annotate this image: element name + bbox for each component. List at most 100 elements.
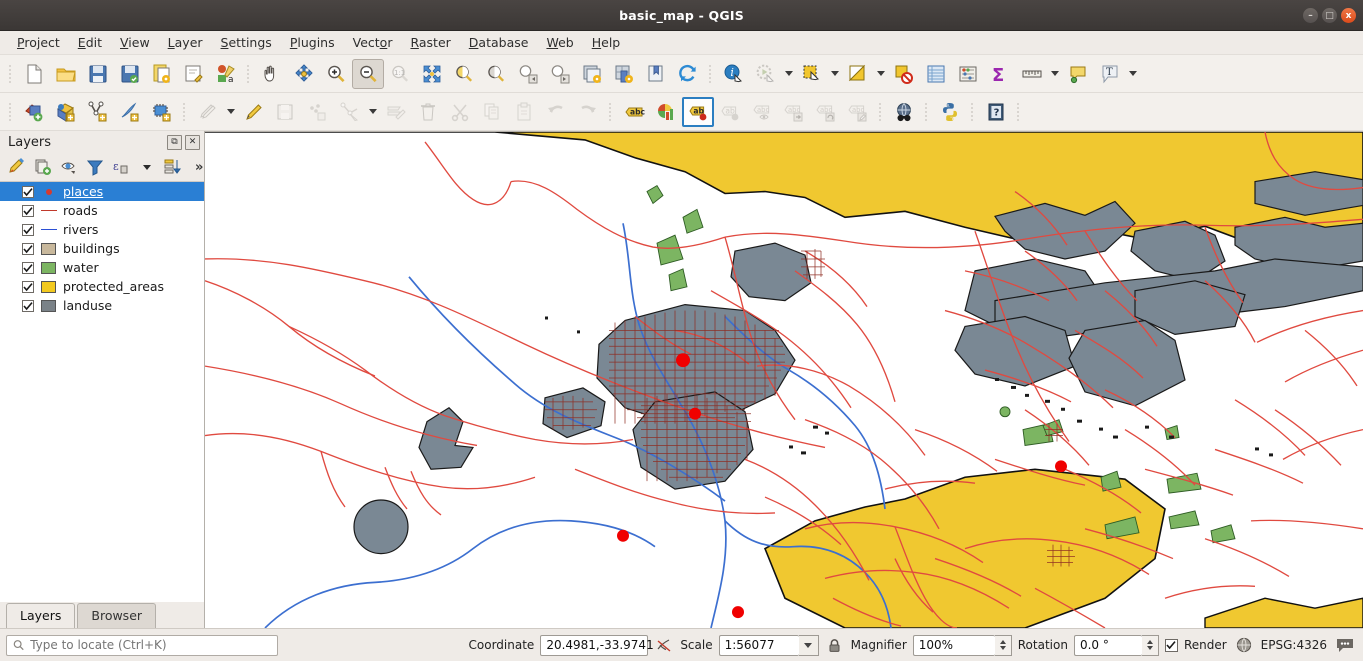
- scale-dropdown-arrow[interactable]: [799, 635, 819, 656]
- menu-layer[interactable]: Layer: [159, 32, 212, 53]
- toggle-editing-icon[interactable]: [238, 97, 270, 127]
- layer-row-rivers[interactable]: rivers: [0, 220, 204, 239]
- move-label-icon[interactable]: abc: [778, 97, 810, 127]
- map-tips-icon[interactable]: [1062, 59, 1094, 89]
- layer-labeling-icon[interactable]: abc: [618, 97, 650, 127]
- show-hide-labels-icon[interactable]: abc: [746, 97, 778, 127]
- new-print-layout-icon[interactable]: [146, 59, 178, 89]
- new-project-icon[interactable]: [18, 59, 50, 89]
- minimize-button[interactable]: –: [1303, 8, 1318, 23]
- layer-visibility-checkbox[interactable]: [22, 224, 34, 236]
- menu-project[interactable]: Project: [8, 32, 69, 53]
- search-input[interactable]: [30, 638, 271, 652]
- current-edits-icon[interactable]: [192, 97, 224, 127]
- save-project-icon[interactable]: [82, 59, 114, 89]
- float-panel-button[interactable]: ⧉: [167, 135, 182, 150]
- pan-map-icon[interactable]: [256, 59, 288, 89]
- lock-scale-icon[interactable]: [825, 638, 845, 653]
- statistical-summary-icon[interactable]: Σ: [984, 59, 1016, 89]
- measure-line-icon[interactable]: [1016, 59, 1048, 89]
- coordinate-field[interactable]: 20.4981,-33.9741: [540, 635, 648, 656]
- tab-layers[interactable]: Layers: [6, 603, 75, 628]
- show-bookmarks-icon[interactable]: [640, 59, 672, 89]
- map-canvas[interactable]: [205, 131, 1363, 628]
- zoom-full-icon[interactable]: [416, 59, 448, 89]
- zoom-next-icon[interactable]: [544, 59, 576, 89]
- text-annotation-icon[interactable]: T: [1094, 59, 1126, 89]
- menu-edit[interactable]: Edit: [69, 32, 111, 53]
- magnifier-spin-buttons[interactable]: [995, 635, 1012, 656]
- select-by-expression-icon[interactable]: [842, 59, 874, 89]
- rotation-stepper[interactable]: 0.0 °: [1074, 635, 1159, 656]
- layer-row-protected-areas[interactable]: protected_areas: [0, 277, 204, 296]
- layer-row-places[interactable]: places: [0, 182, 204, 201]
- change-label-icon[interactable]: abc: [842, 97, 874, 127]
- vertex-tool-caret[interactable]: [366, 97, 380, 127]
- paste-features-icon[interactable]: [508, 97, 540, 127]
- open-project-icon[interactable]: [50, 59, 82, 89]
- zoom-out-icon[interactable]: [352, 59, 384, 89]
- annotation-dropdown-caret[interactable]: [1126, 59, 1140, 89]
- menu-view[interactable]: View: [111, 32, 159, 53]
- new-3d-map-view-icon[interactable]: [608, 59, 640, 89]
- save-layer-edits-icon[interactable]: [270, 97, 302, 127]
- expand-all-icon[interactable]: [161, 155, 185, 179]
- measure-dropdown-caret[interactable]: [1048, 59, 1062, 89]
- data-source-manager-icon[interactable]: [18, 97, 50, 127]
- messages-icon[interactable]: [1333, 637, 1357, 653]
- filter-expression-caret-icon[interactable]: [135, 155, 159, 179]
- toggle-extents-icon[interactable]: [654, 637, 674, 654]
- add-mesh-layer-icon[interactable]: [114, 97, 146, 127]
- menu-help[interactable]: Help: [583, 32, 630, 53]
- zoom-native-icon[interactable]: 1:1: [384, 59, 416, 89]
- render-checkbox[interactable]: [1165, 639, 1178, 652]
- identify-features-icon[interactable]: i: [718, 59, 750, 89]
- filter-legend-icon[interactable]: [83, 155, 107, 179]
- zoom-last-icon[interactable]: [512, 59, 544, 89]
- crs-globe-icon[interactable]: [1233, 637, 1255, 653]
- rotation-spin-buttons[interactable]: [1142, 635, 1159, 656]
- vertex-tool-icon[interactable]: [334, 97, 366, 127]
- magnifier-stepper[interactable]: 100%: [913, 635, 1012, 656]
- menu-web[interactable]: Web: [537, 32, 582, 53]
- filter-legend-expression-icon[interactable]: ε: [109, 155, 133, 179]
- delete-selected-icon[interactable]: [412, 97, 444, 127]
- pan-to-selection-icon[interactable]: [288, 59, 320, 89]
- maximize-button[interactable]: □: [1322, 8, 1337, 23]
- add-virtual-layer-icon[interactable]: [146, 97, 178, 127]
- manage-map-themes-icon[interactable]: [57, 155, 81, 179]
- highlight-pinned-labels-icon[interactable]: ab: [714, 97, 746, 127]
- rotate-label-icon[interactable]: abc: [810, 97, 842, 127]
- layer-visibility-checkbox[interactable]: [22, 281, 34, 293]
- zoom-to-layer-icon[interactable]: [480, 59, 512, 89]
- menu-raster[interactable]: Raster: [401, 32, 459, 53]
- redo-icon[interactable]: [572, 97, 604, 127]
- layer-row-water[interactable]: water: [0, 258, 204, 277]
- menu-database[interactable]: Database: [460, 32, 538, 53]
- close-button[interactable]: x: [1341, 8, 1356, 23]
- current-edits-caret[interactable]: [224, 97, 238, 127]
- python-console-icon[interactable]: [934, 97, 966, 127]
- deselect-features-icon[interactable]: [888, 59, 920, 89]
- tab-browser[interactable]: Browser: [77, 603, 156, 628]
- open-layer-styling-panel-icon[interactable]: [5, 155, 29, 179]
- layer-row-landuse[interactable]: landuse: [0, 296, 204, 315]
- rotation-value[interactable]: 0.0 °: [1074, 635, 1142, 656]
- save-project-as-icon[interactable]: [114, 59, 146, 89]
- layer-row-roads[interactable]: roads: [0, 201, 204, 220]
- run-feature-action-icon[interactable]: [750, 59, 782, 89]
- layer-diagram-icon[interactable]: [650, 97, 682, 127]
- layer-visibility-checkbox[interactable]: [22, 205, 34, 217]
- add-topology-layer-icon[interactable]: [82, 97, 114, 127]
- locator-bar[interactable]: [6, 635, 278, 656]
- cut-features-icon[interactable]: [444, 97, 476, 127]
- layers-toolbar-overflow[interactable]: »: [195, 160, 203, 175]
- layer-visibility-checkbox[interactable]: [22, 186, 34, 198]
- layout-manager-icon[interactable]: [178, 59, 210, 89]
- layer-visibility-checkbox[interactable]: [22, 262, 34, 274]
- crs-label[interactable]: EPSG:4326: [1261, 638, 1327, 652]
- new-map-view-icon[interactable]: [576, 59, 608, 89]
- layer-visibility-checkbox[interactable]: [22, 243, 34, 255]
- layer-visibility-checkbox[interactable]: [22, 300, 34, 312]
- layer-row-buildings[interactable]: buildings: [0, 239, 204, 258]
